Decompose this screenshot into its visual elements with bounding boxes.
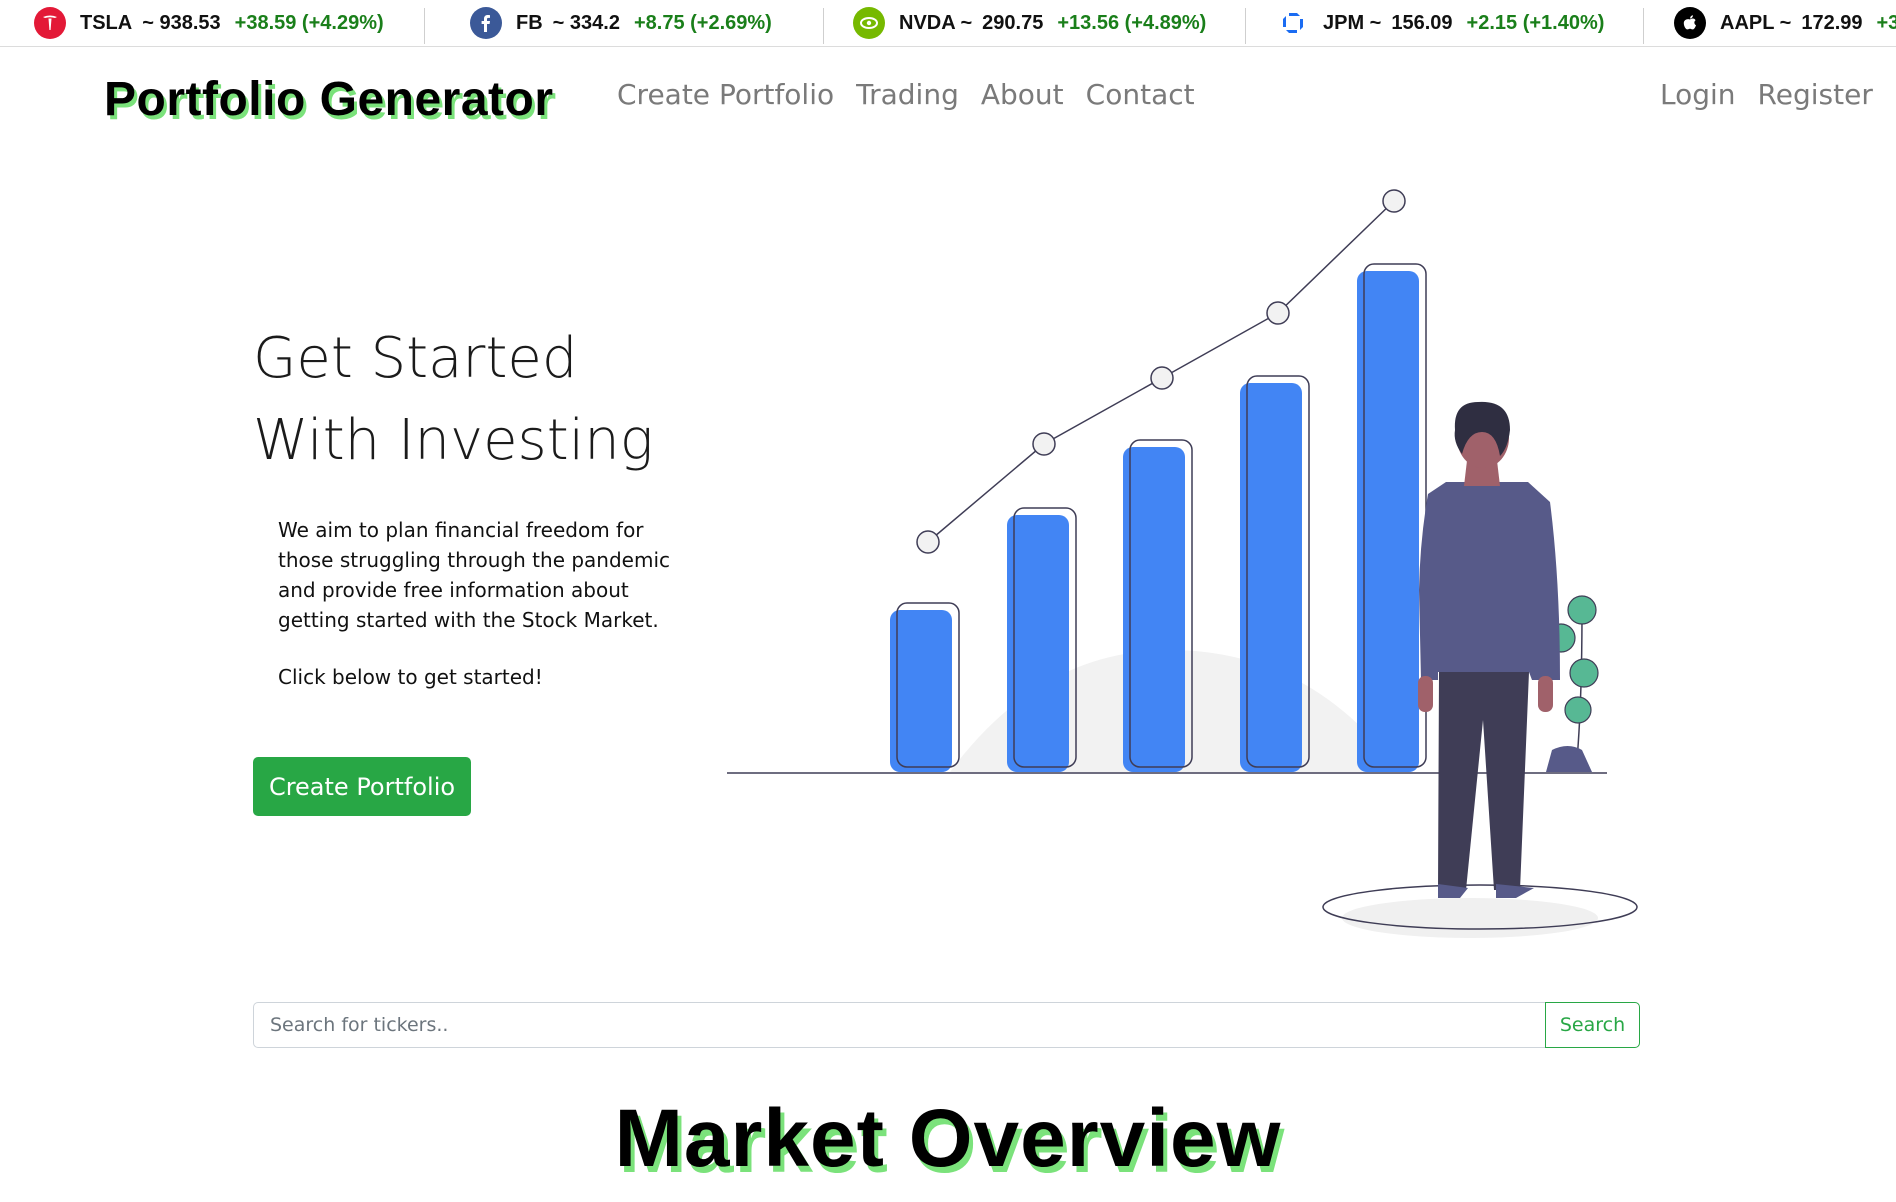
tesla-logo-icon	[34, 7, 66, 39]
hero-title: Get Started With Investing	[253, 326, 654, 473]
ticker-item-jpm[interactable]: JPM ~ 156.09 +2.15 (+1.40%)	[1277, 0, 1604, 46]
nav-link-contact[interactable]: Contact	[1086, 78, 1195, 111]
ticker-item-tsla[interactable]: TSLA ~ 938.53 +38.59 (+4.29%)	[34, 0, 384, 46]
jpm-logo-icon	[1277, 7, 1309, 39]
hero-description: We aim to plan financial freedom for tho…	[278, 518, 671, 632]
nav-link-create-portfolio[interactable]: Create Portfolio	[617, 78, 834, 111]
ticker-change: +3	[1876, 11, 1896, 34]
ticker-change: +2.15 (+1.40%)	[1466, 11, 1605, 34]
apple-logo-icon	[1674, 7, 1706, 39]
ticker-price: 156.09	[1391, 11, 1453, 34]
ticker-symbol: JPM ~	[1323, 11, 1382, 34]
auth-nav: Login Register	[1660, 78, 1873, 111]
hero-cta-text: Click below to get started!	[278, 665, 543, 689]
investing-illustration	[727, 189, 1638, 938]
ticker-symbol: FB	[516, 11, 543, 34]
nav-link-register[interactable]: Register	[1758, 78, 1873, 111]
ticker-search-input[interactable]	[253, 1002, 1545, 1048]
ticker-item-fb[interactable]: FB ~ 334.2 +8.75 (+2.69%)	[470, 0, 772, 46]
ticker-symbol: AAPL ~	[1720, 11, 1792, 34]
trend-point	[1032, 432, 1056, 456]
bar-4	[1240, 383, 1302, 772]
ticker-price: ~ 334.2	[552, 11, 620, 34]
ticker-item-aapl[interactable]: AAPL ~ 172.99 +3	[1674, 0, 1896, 46]
main-nav: Create Portfolio Trading About Contact	[617, 78, 1195, 111]
ticker-symbol: NVDA ~	[899, 11, 973, 34]
bar-5	[1357, 271, 1419, 772]
ticker-item-nvda[interactable]: NVDA ~ 290.75 +13.56 (+4.89%)	[853, 0, 1206, 46]
nav-link-about[interactable]: About	[981, 78, 1064, 111]
ticker-price: 290.75	[982, 11, 1044, 34]
trend-point	[1382, 189, 1406, 213]
ticker-change: +13.56 (+4.89%)	[1057, 11, 1207, 34]
search-button[interactable]: Search	[1545, 1002, 1640, 1048]
ticker-price: ~ 938.53	[142, 11, 221, 34]
create-portfolio-button[interactable]: Create Portfolio	[253, 757, 471, 816]
facebook-logo-icon	[470, 7, 502, 39]
trend-point	[916, 530, 940, 554]
bar-2	[1007, 515, 1069, 772]
businessman-figure	[1418, 401, 1560, 898]
ticker-divider	[1245, 8, 1246, 44]
nvidia-logo-icon	[853, 7, 885, 39]
bar-3	[1123, 447, 1185, 772]
trend-point	[1150, 366, 1174, 390]
ticker-divider	[1643, 8, 1644, 44]
ticker-divider	[823, 8, 824, 44]
brand-logo[interactable]: Portfolio Generator	[104, 72, 554, 127]
ticker-change: +8.75 (+2.69%)	[633, 11, 772, 34]
market-overview-title: Market Overview	[614, 1093, 1282, 1184]
bar-1	[890, 610, 952, 772]
nav-link-login[interactable]: Login	[1660, 78, 1736, 111]
ticker-divider	[424, 8, 425, 44]
floor-shadow	[1342, 898, 1598, 938]
ticker-change: +38.59 (+4.29%)	[234, 11, 384, 34]
bar-chart-graphic	[890, 263, 1427, 772]
ticker-symbol: TSLA	[80, 11, 133, 34]
trend-point	[1266, 301, 1290, 325]
stock-ticker: TSLA ~ 938.53 +38.59 (+4.29%) FB ~ 334.2…	[0, 0, 1896, 47]
ticker-price: 172.99	[1801, 11, 1863, 34]
nav-link-trading[interactable]: Trading	[856, 78, 959, 111]
